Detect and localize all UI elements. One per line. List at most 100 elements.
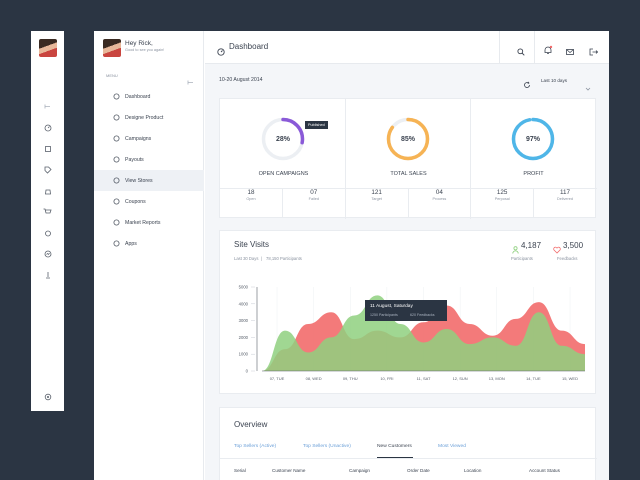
chart-tooltip-feedbacks: 620 Feedbacks — [410, 313, 435, 317]
refresh-icon[interactable] — [523, 76, 531, 94]
settings-icon[interactable] — [31, 391, 64, 403]
stat-value: 117 — [559, 189, 571, 196]
sidebar-item-campaigns[interactable]: Campaigns — [94, 128, 204, 149]
chevron-down-icon[interactable] — [585, 78, 591, 96]
mini-avatar[interactable] — [31, 39, 64, 57]
user-avatar[interactable] — [103, 39, 121, 57]
dashboard-icon — [113, 93, 120, 100]
coupon-icon[interactable] — [31, 227, 64, 239]
stat-label: Failed — [308, 197, 319, 201]
apps-icon — [113, 240, 120, 247]
sidebar-item-payouts[interactable]: Payouts — [94, 149, 204, 170]
table-header-cell: Campaign — [349, 468, 370, 473]
overview-tab-1[interactable]: Top Sellers (Active) — [234, 444, 276, 449]
menu-label: MENU — [106, 73, 118, 78]
sidebar-item-apps[interactable]: Apps — [94, 233, 204, 254]
app-window: Hey Rick, Good to see you again! MENU Da… — [94, 31, 609, 480]
sidebar-item-view-stores[interactable]: View Stores — [94, 170, 204, 191]
stat-value: 125 — [496, 189, 508, 196]
dashboard-icon[interactable] — [31, 122, 64, 134]
table-header-cell: Serial — [234, 468, 246, 473]
cart-icon[interactable] — [31, 206, 64, 218]
payouts-icon — [113, 156, 120, 163]
x-tick-label: 13, MON — [489, 376, 505, 381]
kpi-ring-3: 97% — [510, 116, 556, 167]
overview-tab-3[interactable]: New Customers — [377, 444, 412, 449]
stat-label: Perposal — [494, 197, 510, 201]
stat-value: 18 — [247, 189, 255, 196]
sidebar-item-label: Campaigns — [125, 135, 152, 142]
dashboard-header-icon — [217, 43, 225, 61]
product-icon[interactable] — [31, 143, 64, 155]
sidebar-item-label: Designe Product — [125, 114, 164, 121]
coupon-icon — [113, 198, 120, 205]
table-header-cell: Order Date — [407, 468, 430, 473]
apps-icon[interactable] — [31, 269, 64, 281]
period-select[interactable]: Last 10 days — [541, 78, 567, 83]
tag-icon[interactable] — [31, 164, 64, 176]
chart-tooltip: 11 August, Saturday 1250 Participants 62… — [365, 300, 447, 321]
stat-label: Process — [432, 197, 447, 201]
kpi-value: 85% — [400, 135, 415, 143]
x-tick-label: 07, TUE — [270, 376, 285, 381]
kpi-ring-2: 85% — [385, 116, 431, 167]
sidebar-item-dashboard[interactable]: Dashboard — [94, 86, 204, 107]
site-visits-card: Site Visits Last 30 Days | 78,150 Partic… — [219, 230, 596, 394]
payouts-icon[interactable] — [31, 185, 64, 197]
collapse-icon[interactable] — [31, 100, 64, 112]
overview-card: Overview Top Sellers (Active) Top Sellers… — [219, 407, 597, 480]
overview-tab-4[interactable]: Most Viewed — [438, 444, 466, 449]
kpi-label: TOTAL SALES — [390, 171, 427, 177]
tag-icon — [113, 135, 120, 142]
stat-item: 04 Process — [408, 189, 470, 201]
mail-icon[interactable] — [566, 43, 575, 61]
overview-tab-2[interactable]: Top Sellers (Unactive) — [303, 444, 351, 449]
overview-title: Overview — [234, 420, 268, 429]
stat-item: 18 Open — [220, 189, 283, 218]
report-icon — [113, 219, 120, 226]
sidebar-item-market-reports[interactable]: Market Reports — [94, 212, 204, 233]
mini-sidebar — [31, 31, 64, 411]
x-tick-label: 08, WED — [306, 376, 322, 381]
kpi-label: OPEN CAMPAIGNS — [258, 171, 309, 177]
chart-tooltip-participants: 1250 Participants — [370, 313, 398, 317]
stat-item: 117 Delivered — [534, 189, 596, 201]
x-tick-label: 11, SAT — [417, 376, 431, 381]
stat-label: Target — [371, 197, 382, 201]
sidebar-item-coupons[interactable]: Coupons — [94, 191, 204, 212]
y-tick-label: 3000 — [239, 318, 249, 323]
main-content: Dashboard 10-20 August 2014 Last 10 days… — [205, 31, 609, 480]
stat-item: 125 Perposal — [471, 189, 535, 218]
search-icon[interactable] — [517, 43, 525, 61]
stat-item: 07 Failed — [283, 189, 345, 201]
y-tick-label: 0 — [246, 369, 249, 374]
top-bar: Dashboard — [205, 31, 609, 64]
notification-icon[interactable] — [543, 42, 553, 60]
date-range: 10-20 August 2014 — [219, 77, 263, 83]
x-tick-label: 09, THU — [343, 376, 358, 381]
product-icon — [113, 114, 120, 121]
stat-item: 121 Target — [346, 189, 409, 218]
logout-icon[interactable] — [589, 43, 599, 61]
report-icon[interactable] — [31, 248, 64, 260]
sidebar-item-designe-product[interactable]: Designe Product — [94, 107, 204, 128]
stat-value: 07 — [310, 189, 318, 196]
kpi-ring-1: 28% — [260, 116, 306, 167]
page-title: Dashboard — [229, 42, 269, 51]
sidebar-item-label: Coupons — [125, 198, 146, 205]
stat-label: Open — [246, 197, 256, 201]
sidebar-item-label: Dashboard — [125, 93, 151, 100]
x-tick-label: 10, FRI — [380, 376, 393, 381]
kpi-card: 28% OPEN CAMPAIGNS 85% TOTAL SALES 97% PROFIT… — [219, 98, 597, 219]
x-tick-label: 15, WED — [562, 376, 578, 381]
user-greeting: Hey Rick, — [125, 40, 153, 47]
user-subtitle: Good to see you again! — [125, 48, 165, 52]
stat-value: 121 — [371, 189, 382, 196]
sidebar-item-label: View Stores — [125, 177, 153, 184]
stat-value: 04 — [435, 189, 443, 196]
table-header-cell: Account Status — [529, 468, 560, 473]
chart-tooltip-title: 11 August, Saturday — [370, 304, 413, 309]
table-header-cell: Customer Name — [272, 468, 306, 473]
y-tick-label: 5000 — [239, 285, 249, 290]
sidebar-item-label: Apps — [125, 240, 137, 247]
